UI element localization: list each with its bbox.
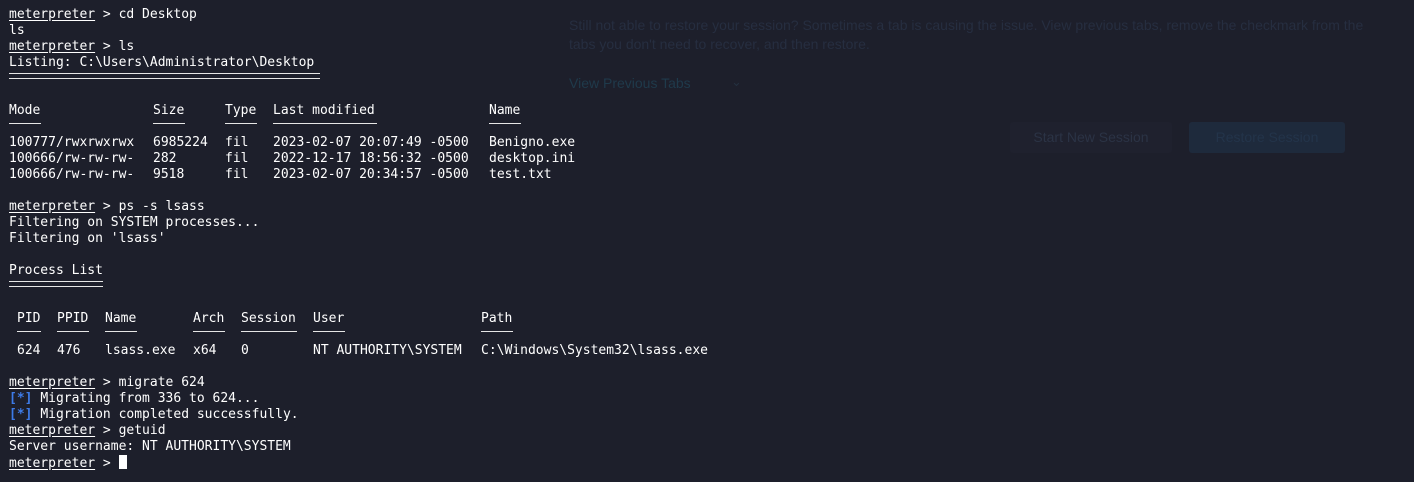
column-header: Session [241,311,296,326]
cell-type: fil [225,167,249,182]
process-table-header: PID PPID Name Arch Session User Path [9,311,708,327]
column-header: Arch [193,311,225,326]
cell-mode: 100666/rw-rw-rw- [9,151,135,166]
column-header: PPID [57,311,89,326]
prompt: meterpreter [9,199,96,214]
column-header: Name [105,311,137,326]
column-separator [9,119,708,135]
column-header: Name [489,103,521,118]
output-line: Filtering on 'lsass' [9,231,166,246]
double-underline [9,279,708,295]
cell-size: 9518 [153,167,185,182]
column-header: Type [225,103,257,118]
cell-mode: 100666/rw-rw-rw- [9,167,135,182]
cell-pid: 624 [17,343,41,358]
restore-session-button[interactable]: Restore Session [1189,122,1345,153]
cell-modified: 2023-02-07 20:34:57 -0500 [273,167,469,182]
chevron-down-icon: ⌄ [731,74,742,89]
prompt: meterpreter [9,375,96,390]
command-line: meterpreter > ps -s lsass [9,199,205,214]
command-line: meterpreter > ls [9,39,135,54]
cell-arch: x64 [193,343,217,358]
cell-user: NT AUTHORITY\SYSTEM [313,343,462,358]
info-marker: [*] [9,391,33,406]
command-text: ps -s lsass [118,199,205,214]
table-row: 624 476 lsass.exe x64 0 NT AUTHORITY\SYSTEM C:… [9,343,708,359]
double-underline [9,71,708,87]
column-header: Last modified [273,103,375,118]
start-new-session-button[interactable]: Start New Session [1010,122,1172,153]
cell-mode: 100777/rwxrwxrwx [9,135,135,150]
terminal-output[interactable]: meterpreter > cd Desktop ls meterpreter … [9,7,708,471]
command-text: cd Desktop [118,7,197,22]
command-text: getuid [118,423,166,438]
command-text: migrate 624 [118,375,205,390]
process-list-title: Process List [9,263,103,278]
table-row: 100666/rw-rw-rw- 9518 fil 2023-02-07 20:34:… [9,167,708,183]
text-cursor[interactable] [118,455,127,469]
prompt: meterpreter [9,39,96,54]
status-line: [*] Migration completed successfully. [9,407,708,423]
cell-name: test.txt [489,167,552,182]
cell-type: fil [225,151,249,166]
output-line: ls [9,23,25,38]
command-text: ls [118,39,135,54]
info-marker: [*] [9,407,33,422]
listing-header: Listing: C:\Users\Administrator\Desktop [9,55,315,70]
cell-type: fil [225,135,249,150]
column-header: Size [153,103,185,118]
cell-modified: 2023-02-07 20:07:49 -0500 [273,135,469,150]
column-header: PID [17,311,41,326]
prompt: meterpreter [9,456,96,471]
column-header: Path [481,311,513,326]
cell-name: Benigno.exe [489,135,576,150]
command-line: meterpreter > getuid [9,423,166,438]
file-table-header: Mode Size Type Last modified Name [9,103,708,119]
cell-name: desktop.ini [489,151,576,166]
cell-name: lsass.exe [105,343,176,358]
command-line: meterpreter > cd Desktop [9,7,197,22]
cell-path: C:\Windows\System32\lsass.exe [481,343,708,358]
table-row: 100666/rw-rw-rw- 282 fil 2022-12-17 18:56:3… [9,151,708,167]
cell-session: 0 [241,343,249,358]
cell-size: 6985224 [153,135,208,150]
input-line[interactable]: meterpreter > [9,455,708,471]
cell-size: 282 [153,151,177,166]
column-header: Mode [9,103,41,118]
screen: Still not able to restore your session? … [0,0,1414,482]
status-line: [*] Migrating from 336 to 624... [9,391,708,407]
cell-modified: 2022-12-17 18:56:32 -0500 [273,151,469,166]
cell-ppid: 476 [57,343,81,358]
prompt: meterpreter [9,423,96,438]
table-row: 100777/rwxrwxrwx 6985224 fil 2023-02-07 20:… [9,135,708,151]
prompt: meterpreter [9,7,96,22]
output-line: Server username: NT AUTHORITY\SYSTEM [9,439,291,454]
column-header: User [313,311,345,326]
column-separator [9,327,708,343]
status-text: Migrating from 336 to 624... [40,391,260,406]
status-text: Migration completed successfully. [40,407,299,422]
command-line: meterpreter > migrate 624 [9,375,205,390]
output-line: Filtering on SYSTEM processes... [9,215,260,230]
